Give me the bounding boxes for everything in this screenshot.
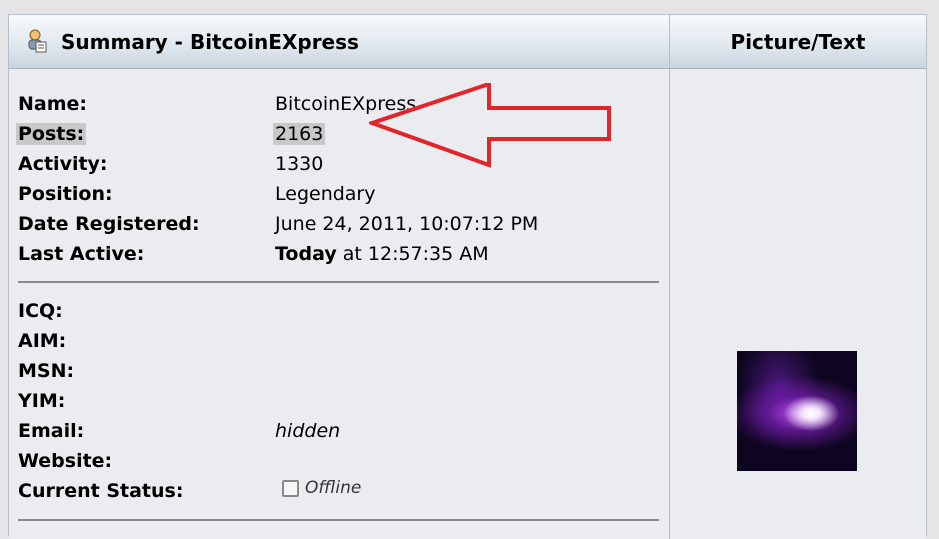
website-label: Website:: [18, 450, 113, 472]
last-active-value: Today at 12:57:35 AM: [275, 243, 489, 265]
posts-label-text: Posts:: [16, 123, 87, 145]
yim-label: YIM:: [18, 390, 66, 412]
summary-title: Summary - BitcoinEXpress: [61, 30, 359, 54]
current-status-label: Current Status:: [18, 480, 184, 502]
picture-text-header: Picture/Text: [670, 15, 926, 68]
date-registered-value: June 24, 2011, 10:07:12 PM: [275, 213, 539, 235]
position-value: Legendary: [275, 183, 376, 205]
section-divider-bottom: [18, 519, 659, 521]
profile-summary-panel: Summary - BitcoinEXpress Picture/Text Na…: [8, 14, 927, 539]
msn-label: MSN:: [18, 360, 75, 382]
name-label: Name:: [18, 93, 88, 115]
aim-label: AIM:: [18, 330, 67, 352]
last-active-time: at 12:57:35 AM: [336, 243, 489, 265]
summary-header: Summary - BitcoinEXpress: [9, 15, 670, 68]
icq-label: ICQ:: [18, 300, 63, 322]
user-summary-icon: [28, 29, 47, 53]
posts-value-text: 2163: [273, 123, 326, 145]
red-arrow-annotation: [369, 83, 611, 168]
picture-text-column: [670, 69, 926, 539]
posts-label: Posts:: [16, 123, 87, 145]
panel-header: Summary - BitcoinEXpress Picture/Text: [9, 15, 926, 69]
position-label: Position:: [18, 183, 113, 205]
activity-label: Activity:: [18, 153, 108, 175]
last-active-label: Last Active:: [18, 243, 145, 265]
date-registered-label: Date Registered:: [18, 213, 200, 235]
activity-value: 1330: [275, 153, 324, 175]
section-divider: [18, 281, 659, 283]
offline-status-icon: [282, 480, 299, 497]
avatar[interactable]: [737, 351, 857, 471]
email-label: Email:: [18, 420, 85, 442]
status-value: Offline: [305, 478, 362, 498]
posts-value: 2163: [273, 123, 326, 145]
email-value: hidden: [275, 420, 341, 442]
last-active-today: Today: [275, 243, 337, 265]
picture-text-title: Picture/Text: [730, 30, 866, 54]
